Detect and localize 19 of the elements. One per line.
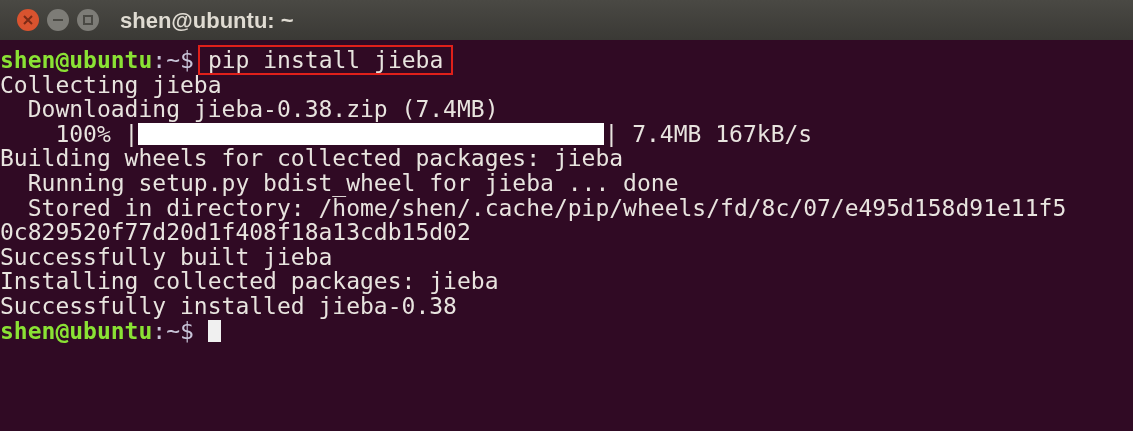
prompt-user: shen@ubuntu [0,318,153,344]
prompt-path: :~$ [152,318,194,344]
output-line: Installing collected packages: jieba [0,269,499,294]
prompt-path: :~$ [152,48,194,73]
output-line: Building wheels for collected packages: jieba [0,146,624,171]
output-line: Successfully built jieba [0,244,333,270]
output-line: Downloading jieba-0.38.zip (7.4MB) [27,97,499,122]
progress-stats: | 7.4MB 167kB/s [604,121,813,147]
prompt-user: shen@ubuntu [0,48,153,73]
output-line: Running setup.py bdist_wheel for jieba ... done [27,170,679,196]
maximize-icon[interactable] [76,8,100,32]
output-line: Stored in directory: /home/shen/.cache/pip/wheels/fd/8c/07/e495d158d91e11f5 [26,195,1067,221]
command-text: pip install jieba [197,45,454,76]
minimize-icon[interactable] [46,8,70,32]
output-line: Successfully installed jieba-0.38 [0,293,457,319]
window-title: shen@ubuntu: ~ [120,6,294,35]
output-line: 0c829520f77d20d1f408f18a13cdb15d02 [0,220,471,245]
progress-percent: 100% | [55,121,139,147]
close-icon[interactable] [16,8,40,32]
